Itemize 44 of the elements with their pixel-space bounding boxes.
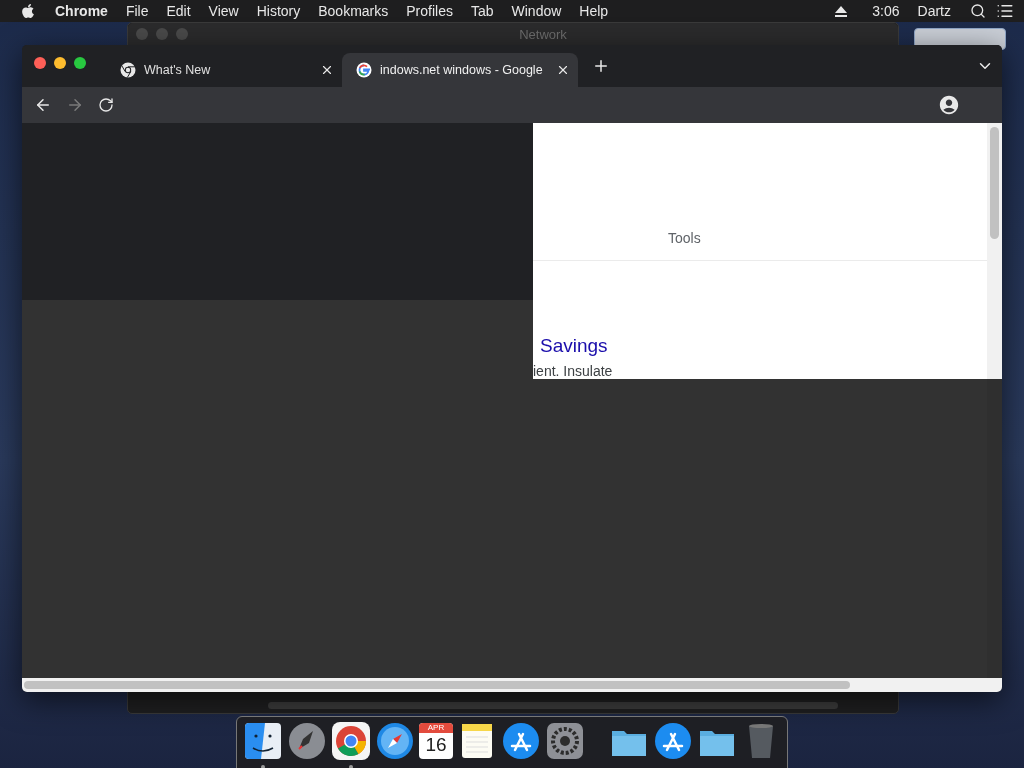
result-snippet: ient. Insulate [533,363,614,379]
menu-item[interactable]: File [116,3,158,19]
app-store-icon[interactable] [501,721,541,761]
browser-tab[interactable]: indows.net windows - Google [342,53,578,87]
menu-item[interactable]: Tab [461,3,503,19]
scroll-bar[interactable] [268,702,838,709]
menu-item[interactable]: Bookmarks [309,3,398,19]
chrome-icon [120,62,136,78]
calendar-icon[interactable]: APR 16 [419,723,453,759]
app-store-icon[interactable] [653,721,693,761]
apple-icon[interactable] [20,3,36,19]
search-icon[interactable] [970,3,986,19]
menu-app-name[interactable]: Chrome [46,3,117,19]
new-tab-icon[interactable] [592,57,610,75]
close-tab-icon[interactable] [320,63,334,77]
eject-icon[interactable] [835,5,848,17]
menu-list-icon[interactable] [996,2,1014,20]
rocket-icon[interactable] [287,721,327,761]
menu-item[interactable]: View [199,3,248,19]
window-title: Network [519,26,567,42]
menu-item[interactable]: History [247,3,310,19]
zoom-window-button[interactable] [74,57,86,69]
close-window-button[interactable] [34,57,46,69]
minimize-window-button[interactable] [54,57,66,69]
vertical-scrollbar[interactable] [987,123,1002,379]
user-name[interactable]: Dartz [908,3,960,19]
compass-icon[interactable] [375,721,415,761]
gear-icon[interactable] [545,721,585,761]
menu-item[interactable]: Window [502,3,571,19]
tools-tab[interactable]: Tools [668,230,701,246]
browser-tab[interactable]: What's New [106,53,342,87]
profile-icon[interactable] [938,94,960,116]
horizontal-scrollbar[interactable] [22,678,1002,692]
google-icon [356,62,372,78]
clock-time[interactable]: 3:06 [863,3,909,19]
menu-item[interactable]: Edit [157,3,200,19]
menu-item[interactable]: Help [570,3,618,19]
finder-icon[interactable] [243,721,283,761]
menu-item[interactable]: Profiles [397,3,462,19]
back-icon[interactable] [34,96,52,114]
close-tab-icon[interactable] [556,63,570,77]
result-title-link[interactable]: Savings [540,335,987,357]
chrome-icon[interactable] [331,721,371,761]
reload-icon[interactable] [98,97,114,113]
